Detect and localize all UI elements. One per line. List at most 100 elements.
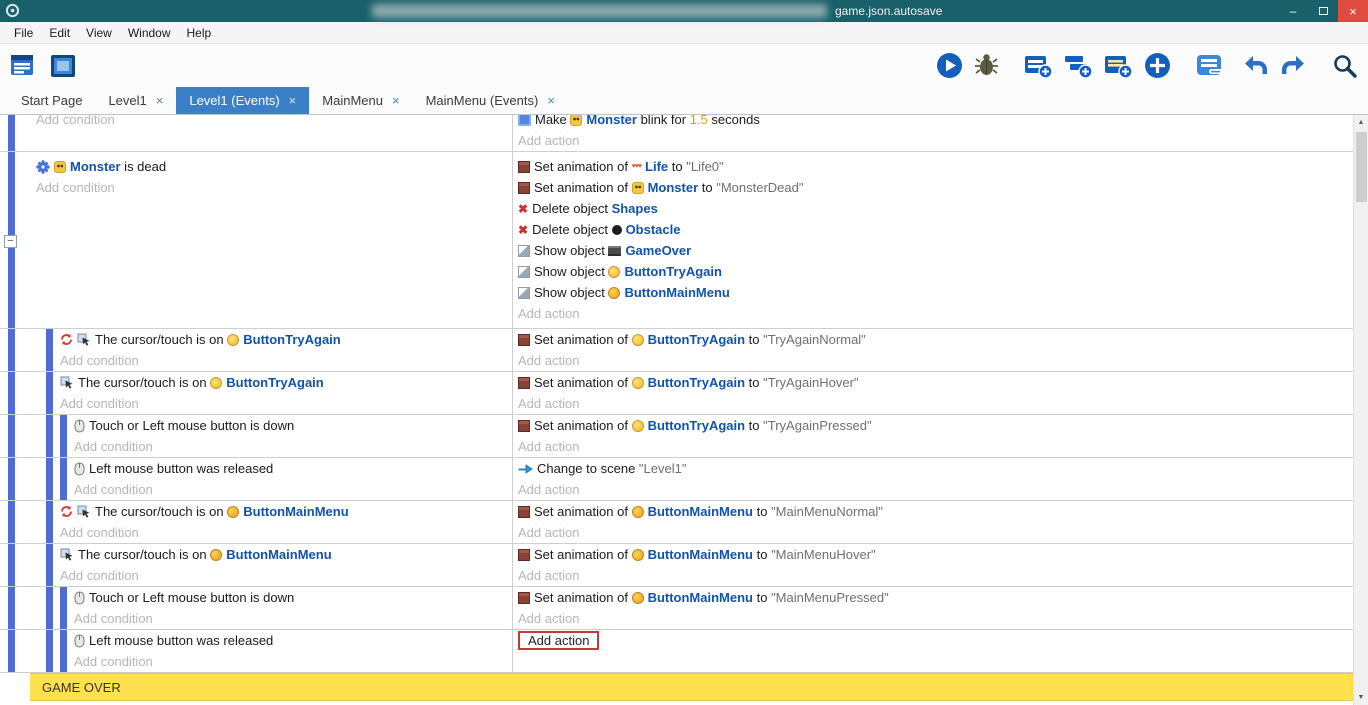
actions-cell[interactable]: Set animation of ButtonTryAgain to "TryA… [512,415,1353,457]
actions-cell[interactable]: Set animation of ButtonMainMenu to "Main… [512,544,1353,586]
condition[interactable]: Touch or Left mouse button is down [74,587,512,608]
action[interactable]: Change to scene "Level1" [518,458,1353,479]
menu-file[interactable]: File [6,26,41,40]
actions-cell[interactable]: Change to scene "Level1"Add action [512,458,1353,500]
condition[interactable]: Left mouse button was released [74,630,512,651]
add-action-link[interactable]: Add action [518,350,1353,371]
add-condition-link[interactable]: Add condition [60,522,512,543]
start-page-button[interactable] [50,54,78,78]
actions-cell[interactable]: Set animation of ♥♥♥Life to "Life0"Set a… [512,152,1353,328]
action[interactable]: Set animation of ButtonMainMenu to "Main… [518,544,1353,565]
add-condition-link[interactable]: Add condition [74,651,512,672]
action[interactable]: ✖Delete object Obstacle [518,219,1353,240]
add-sub-event-button[interactable] [1064,53,1093,79]
event-row[interactable]: Monster is deadAdd conditionSet animatio… [0,152,1353,329]
event-row[interactable]: The cursor/touch is on ButtonMainMenuAdd… [0,501,1353,544]
event-row[interactable]: Touch or Left mouse button is downAdd co… [0,415,1353,458]
action[interactable]: Set animation of ButtonTryAgain to "TryA… [518,329,1353,350]
event-row[interactable]: Left mouse button was releasedAdd condit… [0,458,1353,501]
menu-edit[interactable]: Edit [41,26,78,40]
menu-help[interactable]: Help [179,26,220,40]
actions-cell[interactable]: Set animation of ButtonTryAgain to "TryA… [512,329,1353,371]
comment-event[interactable]: GAME OVER [30,673,1353,701]
vertical-scrollbar[interactable]: ▲ ▼ [1353,115,1368,705]
add-action-link-highlighted[interactable]: Add action [518,631,599,650]
add-action-link[interactable]: Add action [518,565,1353,586]
project-manager-button[interactable] [10,54,40,78]
menu-view[interactable]: View [78,26,120,40]
close-button[interactable]: × [1338,0,1368,22]
scrollbar-thumb[interactable] [1356,132,1367,202]
add-condition-link[interactable]: Add condition [74,608,512,629]
actions-cell[interactable]: Set animation of ButtonMainMenu to "Main… [512,501,1353,543]
condition[interactable]: Touch or Left mouse button is down [74,415,512,436]
add-action-link[interactable]: Add action [518,522,1353,543]
maximize-button[interactable] [1308,0,1338,22]
action[interactable]: Show object ButtonMainMenu [518,282,1353,303]
event-row[interactable]: The cursor/touch is on ButtonTryAgainAdd… [0,372,1353,415]
redo-button[interactable] [1280,54,1307,77]
conditions-cell[interactable]: Left mouse button was releasedAdd condit… [0,458,512,500]
add-comment-button[interactable] [1104,53,1133,79]
add-condition-link[interactable]: Add condition [74,436,512,457]
minimize-button[interactable]: – [1278,0,1308,22]
condition[interactable]: Left mouse button was released [74,458,512,479]
conditions-cell[interactable]: The cursor/touch is on ButtonTryAgainAdd… [0,329,512,371]
remove-event-button[interactable] [1196,53,1225,79]
actions-cell[interactable]: Add action [512,630,1353,672]
action[interactable]: Set animation of ButtonTryAgain to "TryA… [518,415,1353,436]
action[interactable]: Show object ButtonTryAgain [518,261,1353,282]
action[interactable]: Set animation of ButtonMainMenu to "Main… [518,501,1353,522]
condition[interactable]: The cursor/touch is on ButtonTryAgain [60,329,512,350]
debug-button[interactable] [974,53,999,78]
action[interactable]: Show object GameOver [518,240,1353,261]
actions-cell[interactable]: Set animation of ButtonMainMenu to "Main… [512,587,1353,629]
tab-mainmenu[interactable]: MainMenu× [309,87,412,114]
actions-cell[interactable]: Make Monster blink for 1.5 secondsAdd ac… [512,115,1353,151]
condition[interactable]: The cursor/touch is on ButtonMainMenu [60,544,512,565]
add-action-link[interactable]: Add action [518,608,1353,629]
tab-level1-events[interactable]: Level1 (Events)× [176,87,309,114]
collapse-event-toggle[interactable]: − [4,235,17,248]
tab-level1[interactable]: Level1× [95,87,176,114]
add-action-link[interactable]: Add action [518,479,1353,500]
add-new-event-button[interactable] [1144,52,1171,79]
event-row[interactable]: Add conditionMake Monster blink for 1.5 … [0,115,1353,152]
condition[interactable]: The cursor/touch is on ButtonTryAgain [60,372,512,393]
event-row[interactable]: Touch or Left mouse button is downAdd co… [0,587,1353,630]
conditions-cell[interactable]: The cursor/touch is on ButtonTryAgainAdd… [0,372,512,414]
condition[interactable]: Monster is dead [36,156,512,177]
conditions-cell[interactable]: The cursor/touch is on ButtonMainMenuAdd… [0,501,512,543]
actions-cell[interactable]: Set animation of ButtonTryAgain to "TryA… [512,372,1353,414]
tab-mainmenu-events[interactable]: MainMenu (Events)× [413,87,568,114]
add-condition-link[interactable]: Add condition [74,479,512,500]
conditions-cell[interactable]: Touch or Left mouse button is downAdd co… [0,587,512,629]
event-row[interactable]: The cursor/touch is on ButtonMainMenu Add… [0,544,1353,587]
add-event-button[interactable] [1024,53,1053,79]
conditions-cell[interactable]: The cursor/touch is on ButtonMainMenuAdd… [0,544,512,586]
add-action-link[interactable]: Add action [518,130,1353,151]
event-row[interactable]: Left mouse button was releasedAdd condit… [0,630,1353,673]
scrollbar-up-icon[interactable]: ▲ [1354,115,1368,130]
close-icon[interactable]: × [156,93,164,108]
add-condition-link[interactable]: Add condition [36,177,512,198]
menu-window[interactable]: Window [120,26,179,40]
condition[interactable]: The cursor/touch is on ButtonMainMenu [60,501,512,522]
action[interactable]: Set animation of ♥♥♥Life to "Life0" [518,156,1353,177]
close-icon[interactable]: × [547,93,555,108]
event-row[interactable]: The cursor/touch is on ButtonTryAgainAdd… [0,329,1353,372]
add-condition-link[interactable]: Add condition [60,350,512,371]
action[interactable]: Set animation of ButtonMainMenu to "Main… [518,587,1353,608]
add-action-link[interactable]: Add action [518,303,1353,324]
action[interactable]: ✖Delete object Shapes [518,198,1353,219]
add-condition-link[interactable]: Add condition [60,393,512,414]
scrollbar-down-icon[interactable]: ▼ [1354,690,1368,705]
close-icon[interactable]: × [392,93,400,108]
search-button[interactable] [1332,53,1358,79]
action[interactable]: Set animation of ButtonTryAgain to "TryA… [518,372,1353,393]
add-action-link[interactable]: Add action [518,393,1353,414]
conditions-cell[interactable]: Touch or Left mouse button is downAdd co… [0,415,512,457]
close-icon[interactable]: × [289,93,297,108]
conditions-cell[interactable]: Monster is deadAdd condition [0,152,512,328]
conditions-cell[interactable]: Add condition [0,115,512,151]
